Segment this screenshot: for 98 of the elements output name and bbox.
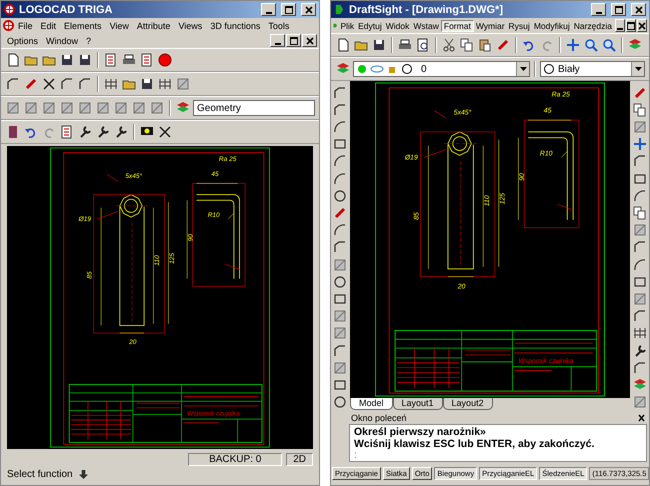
tool-icon[interactable]: [59, 100, 75, 116]
command-prompt[interactable]: :: [354, 450, 642, 460]
tool-icon[interactable]: [41, 100, 57, 116]
arc-icon[interactable]: [332, 222, 348, 238]
window-title: LOGOCAD TRIGA: [19, 4, 114, 16]
line-icon[interactable]: [632, 360, 648, 376]
menu-item[interactable]: Options: [3, 36, 42, 46]
circle-icon[interactable]: [332, 394, 348, 410]
move-icon[interactable]: [632, 136, 648, 152]
menu-item[interactable]: Elements: [60, 20, 106, 30]
down-arrow-icon[interactable]: [78, 470, 88, 479]
line-icon[interactable]: [632, 308, 648, 324]
tool-icon[interactable]: [23, 100, 39, 116]
line-icon[interactable]: [59, 76, 75, 92]
pencil-icon[interactable]: [632, 85, 648, 100]
menu-item[interactable]: Window: [42, 36, 82, 46]
arc-icon[interactable]: [332, 171, 348, 186]
copy-icon[interactable]: [632, 102, 648, 118]
circle-icon[interactable]: [332, 188, 348, 204]
menu-item[interactable]: ?: [82, 36, 96, 46]
stop-icon[interactable]: [157, 52, 173, 68]
menu-item[interactable]: Edytuj: [356, 20, 384, 30]
tool-icon[interactable]: [77, 100, 93, 116]
line-icon[interactable]: [77, 76, 93, 92]
app-logo-icon: [3, 20, 14, 31]
menu-item[interactable]: 3D functions: [206, 20, 264, 30]
arc-icon[interactable]: [632, 257, 648, 272]
pencil-icon[interactable]: [23, 76, 39, 92]
line-icon[interactable]: [332, 85, 348, 100]
menu-item[interactable]: Narzędzia: [572, 20, 614, 30]
menu-item[interactable]: Edit: [36, 20, 60, 30]
pencil-icon[interactable]: [332, 205, 348, 221]
line-icon[interactable]: [332, 343, 348, 358]
backup-indicator: BACKUP: 0: [188, 453, 282, 466]
circle-icon[interactable]: [332, 274, 348, 290]
command-output-line: Wciśnij klawisz ESC lub ENTER, aby zakończyć.: [354, 438, 596, 450]
menu-item[interactable]: Wstaw: [411, 20, 441, 30]
app-logo-icon: [334, 4, 345, 15]
maximize-icon[interactable]: [614, 6, 622, 14]
color-dropdown[interactable]: Biały: [540, 61, 645, 77]
menu-item[interactable]: Tools: [264, 20, 294, 30]
app-logo-icon: [4, 4, 15, 15]
line-icon[interactable]: [332, 102, 348, 118]
copy-icon[interactable]: [632, 205, 648, 221]
save-icon[interactable]: [139, 76, 155, 92]
menu-item[interactable]: Wymiar: [474, 20, 507, 30]
tool-icon[interactable]: [113, 100, 129, 116]
tool-icon[interactable]: [149, 100, 165, 116]
tool-icon[interactable]: [95, 100, 111, 116]
panel-title: Okno poleceń: [351, 413, 407, 423]
menu-item[interactable]: Modyfikuj: [532, 20, 572, 30]
arc-icon[interactable]: [332, 119, 348, 135]
status-text: Select function: [7, 469, 73, 480]
copy-icon[interactable]: [459, 37, 475, 53]
menu-item[interactable]: File: [14, 20, 37, 30]
layer-dropdown[interactable]: 0: [353, 61, 530, 77]
layout-tab[interactable]: Layout1: [392, 398, 443, 410]
close-icon[interactable]: [304, 6, 312, 14]
pencil-icon[interactable]: [495, 37, 511, 53]
maximize-icon[interactable]: [290, 36, 298, 44]
menu-item[interactable]: Plik: [338, 20, 356, 30]
grid-icon[interactable]: [157, 76, 173, 92]
menu-item[interactable]: Attribute: [132, 20, 174, 30]
menu-item[interactable]: Views: [174, 20, 206, 30]
maximize-icon[interactable]: [284, 6, 292, 14]
cross-icon[interactable]: [41, 76, 57, 92]
dropdown-arrow-icon[interactable]: [520, 67, 526, 71]
menu-item[interactable]: Format: [440, 20, 474, 32]
paste-icon[interactable]: [477, 37, 493, 53]
menu-item[interactable]: View: [106, 20, 133, 30]
maximize-icon[interactable]: [627, 22, 635, 30]
menu-item[interactable]: Widok: [384, 20, 412, 30]
zoom-icon[interactable]: [601, 37, 617, 53]
close-icon[interactable]: [306, 36, 314, 44]
tool-icon[interactable]: [175, 76, 191, 92]
close-icon[interactable]: [634, 6, 642, 14]
menu-item[interactable]: Rysuj: [506, 20, 532, 30]
move-icon[interactable]: [565, 37, 581, 53]
arc-icon[interactable]: [632, 188, 648, 204]
grid-icon[interactable]: [103, 76, 119, 92]
zoom-icon[interactable]: [583, 37, 599, 53]
color-swatch-icon: [544, 64, 554, 74]
save-icon[interactable]: [77, 52, 93, 68]
save-icon[interactable]: [371, 37, 387, 53]
window-title: DraftSight - [Drawing1.DWG*]: [349, 4, 504, 16]
layout-tab[interactable]: Layout2: [442, 398, 493, 410]
dropdown-arrow-icon[interactable]: [634, 67, 642, 71]
mode-indicator: 2D: [286, 453, 313, 466]
cut-icon[interactable]: [441, 37, 457, 53]
tool-icon[interactable]: [131, 100, 147, 116]
line-icon[interactable]: [5, 76, 21, 92]
layer-field[interactable]: Geometry: [193, 100, 315, 116]
layout-tab[interactable]: Model: [350, 398, 393, 410]
tool-icon[interactable]: [5, 100, 21, 116]
save-icon[interactable]: [59, 52, 75, 68]
cross-icon[interactable]: [157, 124, 173, 140]
close-icon[interactable]: [638, 22, 646, 30]
command-output-line: Określ pierwszy narożnik»: [354, 426, 487, 438]
